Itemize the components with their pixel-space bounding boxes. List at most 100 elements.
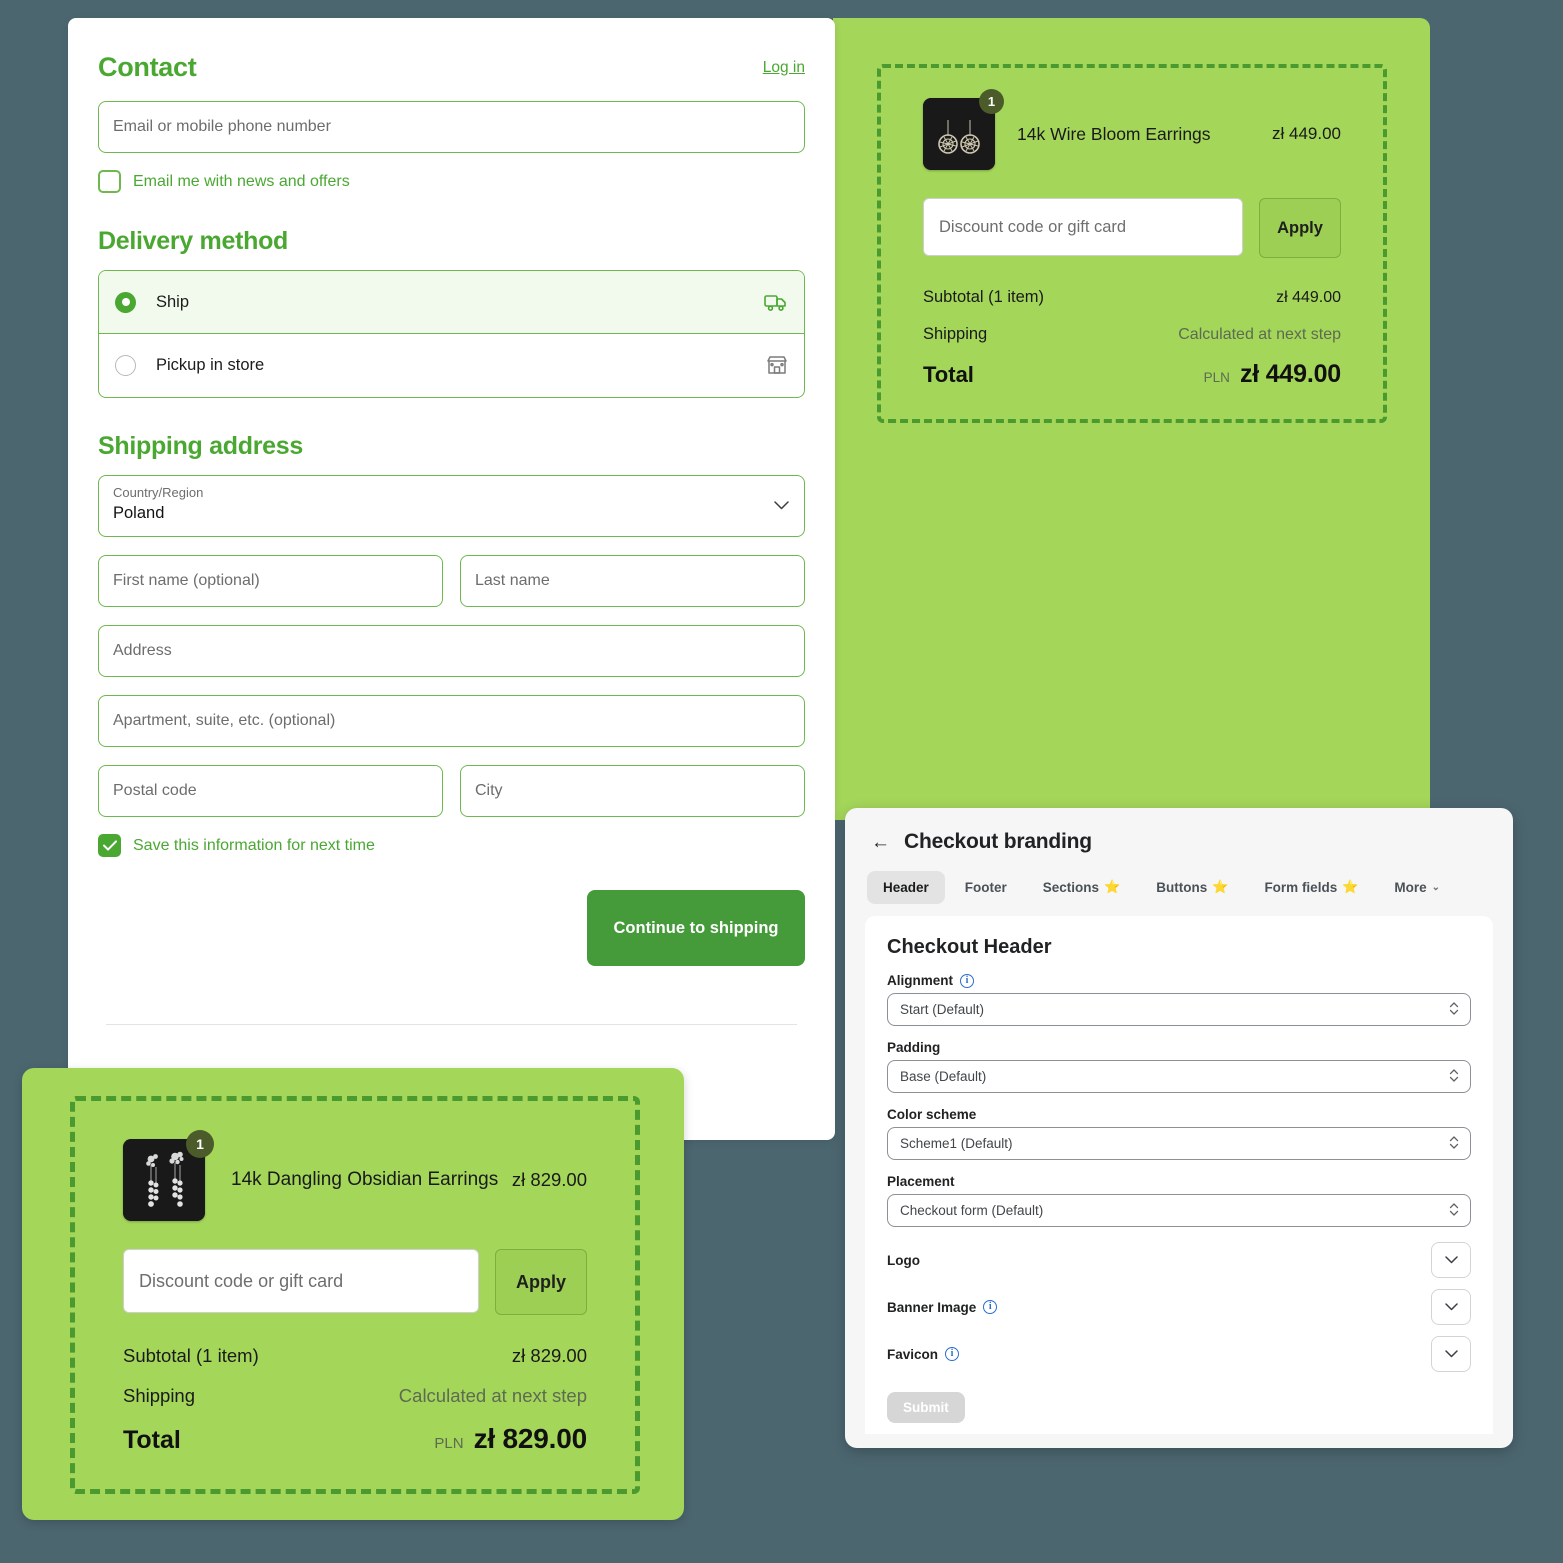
shipping-row: Shipping Calculated at next step xyxy=(123,1385,587,1407)
tab-label: Header xyxy=(883,879,929,895)
country-region-value: Poland xyxy=(113,503,165,522)
alignment-label-row: Alignment i xyxy=(887,973,1471,988)
tab-label: Footer xyxy=(964,879,1007,895)
color-scheme-label: Color scheme xyxy=(887,1107,977,1122)
tab-label: Sections xyxy=(1042,879,1100,895)
apply-discount-button[interactable]: Apply xyxy=(495,1249,587,1315)
city-input[interactable]: City xyxy=(460,765,805,817)
storefront-icon xyxy=(766,355,788,376)
newsletter-checkbox-row[interactable]: Email me with news and offers xyxy=(98,170,805,193)
name-row: First name (optional) Last name xyxy=(98,555,805,607)
total-row: Total PLN zł 829.00 xyxy=(123,1423,587,1455)
info-icon[interactable]: i xyxy=(960,973,974,988)
checkout-header-heading: Checkout Header xyxy=(887,936,1052,958)
tab-buttons[interactable]: Buttons ⭐ xyxy=(1140,870,1244,904)
banner-image-expand-button[interactable] xyxy=(1431,1289,1471,1325)
product-price: zł 829.00 xyxy=(511,1169,587,1190)
product-title: 14k Wire Bloom Earrings xyxy=(1017,123,1211,144)
apply-discount-button[interactable]: Apply xyxy=(1259,198,1341,258)
product-title: 14k Dangling Obsidian Earrings xyxy=(231,1169,499,1190)
back-arrow-icon[interactable]: ← xyxy=(871,833,890,852)
stepper-icon xyxy=(1449,1068,1459,1086)
discount-code-input[interactable]: Discount code or gift card xyxy=(923,198,1243,256)
total-right: PLN zł 829.00 xyxy=(434,1423,587,1455)
banner-image-label: Banner Image xyxy=(887,1299,977,1315)
order-line-item: 1 14k Wire Bloom Earrings zł 449.00 xyxy=(923,89,1341,170)
checkout-form-card: Contact Log in Email or mobile phone num… xyxy=(68,18,835,1140)
newsletter-label: Email me with news and offers xyxy=(133,172,350,190)
tab-footer[interactable]: Footer xyxy=(949,871,1023,904)
order-summary-top: 1 14k Wire Bloom Earrings zł 449.00 Disc… xyxy=(877,64,1387,423)
delivery-option-ship[interactable]: Ship xyxy=(99,271,804,334)
padding-label-row: Padding xyxy=(887,1040,1471,1055)
discount-row: Discount code or gift card Apply xyxy=(923,198,1341,258)
logo-expand-button[interactable] xyxy=(1431,1242,1471,1278)
quantity-badge: 1 xyxy=(186,1130,214,1158)
total-value: zł 449.00 xyxy=(1239,360,1341,388)
save-info-checkbox[interactable] xyxy=(98,834,121,857)
total-row: Total PLN zł 449.00 xyxy=(923,360,1341,389)
stepper-icon xyxy=(1449,1135,1459,1153)
product-price: zł 449.00 xyxy=(1272,124,1341,143)
chevron-down-icon: ⌄ xyxy=(1431,881,1441,893)
tab-header[interactable]: Header xyxy=(867,870,945,904)
total-label: Total xyxy=(923,362,974,387)
pickup-radio[interactable] xyxy=(115,355,136,376)
country-region-caption: Country/Region xyxy=(113,485,204,500)
continue-to-shipping-button[interactable]: Continue to shipping xyxy=(587,890,805,966)
placement-select[interactable]: Checkout form (Default) xyxy=(887,1194,1471,1227)
color-scheme-label-row: Color scheme xyxy=(887,1107,1471,1122)
favicon-label-row: Favicon i xyxy=(887,1347,960,1362)
save-info-checkbox-row[interactable]: Save this information for next time xyxy=(98,834,805,857)
ship-label: Ship xyxy=(156,292,190,311)
logo-section-row: Logo xyxy=(887,1241,1471,1279)
delivery-method-heading: Delivery method xyxy=(98,227,289,255)
total-right: PLN zł 449.00 xyxy=(1204,360,1342,389)
star-icon: ⭐ xyxy=(1342,879,1359,894)
shipping-label: Shipping xyxy=(923,325,988,343)
info-icon[interactable]: i xyxy=(945,1347,960,1361)
total-currency: PLN xyxy=(434,1435,464,1452)
screenshot-stage: 1 14k Wire Bloom Earrings zł 449.00 Disc… xyxy=(0,0,1563,1563)
alignment-select[interactable]: Start (Default) xyxy=(887,993,1471,1026)
log-in-link[interactable]: Log in xyxy=(763,59,805,77)
address-input[interactable]: Address xyxy=(98,625,805,677)
tab-sections[interactable]: Sections ⭐ xyxy=(1027,870,1136,904)
last-name-input[interactable]: Last name xyxy=(460,555,805,607)
info-icon[interactable]: i xyxy=(983,1300,998,1314)
product-thumbnail-wrap: 1 xyxy=(923,89,1004,170)
padding-select[interactable]: Base (Default) xyxy=(887,1060,1471,1093)
submit-button[interactable]: Submit xyxy=(887,1392,965,1423)
banner-image-label-row: Banner Image i xyxy=(887,1299,998,1315)
save-info-label: Save this information for next time xyxy=(133,836,375,854)
placement-label-row: Placement xyxy=(887,1174,1471,1189)
apartment-input[interactable]: Apartment, suite, etc. (optional) xyxy=(98,695,805,747)
order-summary-green-panel: 1 14k Wire Bloom Earrings zł 449.00 Disc… xyxy=(833,18,1430,820)
color-scheme-value: Scheme1 (Default) xyxy=(900,1136,1013,1151)
newsletter-checkbox[interactable] xyxy=(98,170,121,193)
delivery-option-pickup[interactable]: Pickup in store xyxy=(99,334,804,397)
postal-code-input[interactable]: Postal code xyxy=(98,765,443,817)
discount-code-input[interactable]: Discount code or gift card xyxy=(123,1249,479,1313)
email-input[interactable]: Email or mobile phone number xyxy=(98,101,805,153)
tab-more[interactable]: More ⌄ xyxy=(1378,871,1456,904)
ship-radio[interactable] xyxy=(115,291,136,313)
stepper-icon xyxy=(1449,1202,1459,1220)
country-region-select[interactable]: Country/Region Poland xyxy=(98,475,805,537)
color-scheme-select[interactable]: Scheme1 (Default) xyxy=(887,1127,1471,1160)
shipping-label: Shipping xyxy=(123,1385,196,1406)
contact-header-row: Contact Log in xyxy=(98,52,805,83)
chevron-down-icon xyxy=(774,497,789,515)
order-summary-card-bottom: 1 14k Dangling Obsidian Earrings zł 829.… xyxy=(22,1068,684,1520)
tab-form-fields[interactable]: Form fields ⭐ xyxy=(1248,870,1374,904)
branding-header: ← Checkout branding xyxy=(845,808,1513,854)
delivery-method-group: Ship Pickup in store xyxy=(98,270,805,398)
stepper-icon xyxy=(1449,1001,1459,1019)
logo-label-row: Logo xyxy=(887,1253,920,1268)
first-name-input[interactable]: First name (optional) xyxy=(98,555,443,607)
star-icon: ⭐ xyxy=(1212,879,1229,894)
logo-label: Logo xyxy=(887,1252,920,1268)
tab-label: Buttons xyxy=(1156,879,1208,895)
favicon-expand-button[interactable] xyxy=(1431,1336,1471,1372)
alignment-value: Start (Default) xyxy=(900,1002,985,1017)
